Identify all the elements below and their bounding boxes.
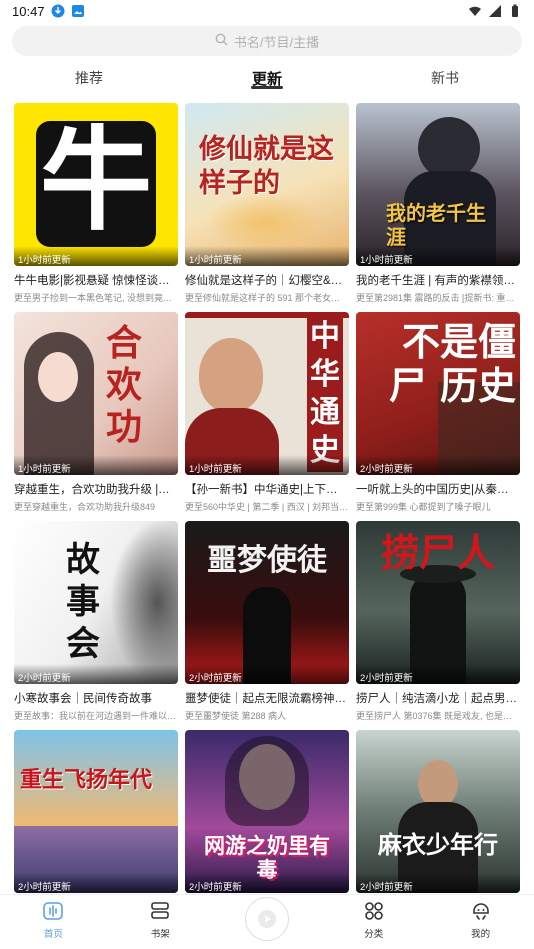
category-tabs: 推荐 更新 新书 (0, 62, 534, 92)
cover-title: 噩梦使徒 (207, 543, 327, 578)
book-title: 我的老千生涯 | 有声的紫襟领… (356, 275, 515, 287)
battery-icon (508, 4, 522, 18)
nav-label: 首页 (43, 929, 63, 940)
book-subtitle: 更至第2981集 震路的反击 [提新书: 重… (356, 293, 515, 303)
wifi-icon (468, 4, 482, 18)
book-cover[interactable]: 不是僵尸 历史 2小时前更新 (356, 312, 520, 475)
book-subtitle: 更至第999集 心都提到了嗓子眼儿 (356, 502, 491, 512)
book-cover[interactable]: 故事会 2小时前更新 (14, 521, 178, 684)
update-badge: 1小时前更新 (14, 455, 178, 475)
update-badge: 2小时前更新 (185, 664, 349, 684)
update-badge: 2小时前更新 (14, 664, 178, 684)
book-subtitle: 更至故事：我以前在河边遇到一件难以… (14, 711, 177, 721)
book-card[interactable]: 修仙就是这样子的 1小时前更新 修仙就是这样子的｜幻樱空&… 更至修仙就是这样子… (185, 103, 349, 312)
search-placeholder: 书名/节目/主播 (233, 34, 320, 50)
book-cover[interactable]: 网游之奶里有毒 2小时前更新 (185, 730, 349, 893)
tab-updates[interactable]: 更新 (178, 62, 356, 92)
cover-title: 捞尸人 (380, 530, 495, 575)
book-cover[interactable]: 麻衣少年行 2小时前更新 (356, 730, 520, 893)
book-cover[interactable]: 合欢功 1小时前更新 (14, 312, 178, 475)
cover-title: 中华通史 (307, 316, 343, 472)
cover-title: 故事会 (66, 540, 100, 664)
book-card[interactable]: 我的老千生涯 1小时前更新 我的老千生涯 | 有声的紫襟领… 更至第2981集 … (356, 103, 520, 312)
book-card[interactable]: 捞尸人 2小时前更新 捞尸人｜纯洁滴小龙｜起点男… 更至捞尸人 第0376集 既… (356, 521, 520, 730)
tab-recommend[interactable]: 推荐 (0, 62, 178, 92)
book-title: 噩梦使徒｜起点无限流霸榜神… (185, 693, 346, 705)
cover-title: 我的老千生涯 (386, 201, 486, 249)
gallery-icon (71, 4, 85, 18)
search-input[interactable]: 书名/节目/主播 (12, 26, 522, 56)
nav-profile[interactable]: 我的 (427, 902, 534, 949)
status-bar: 10:47 (0, 0, 534, 22)
profile-icon (471, 902, 491, 923)
update-badge: 2小时前更新 (356, 455, 520, 475)
update-badge: 2小时前更新 (185, 873, 349, 893)
book-card[interactable]: 合欢功 1小时前更新 穿越重生，合欢功助我升级 |… 更至穿越重生，合欢功助我升… (14, 312, 178, 521)
bookshelf-icon (150, 902, 170, 923)
book-title: 一听就上头的中国历史|从秦… (356, 484, 509, 496)
home-icon (43, 902, 64, 923)
book-subtitle: 更至560中华史 | 第二季 | 西汉 | 刘邦当… (185, 502, 349, 512)
update-badge: 1小时前更新 (185, 246, 349, 266)
update-badge: 1小时前更新 (14, 246, 178, 266)
tab-new-books[interactable]: 新书 (356, 62, 534, 92)
nav-label: 分类 (364, 929, 384, 940)
search-icon (215, 33, 228, 49)
book-title: 捞尸人｜纯洁滴小龙｜起点男… (356, 693, 517, 705)
cover-title: 修仙就是这样子的 (199, 134, 334, 199)
cover-title: 牛 (40, 116, 152, 246)
nav-label: 书架 (150, 929, 170, 940)
nav-player[interactable] (214, 895, 321, 949)
book-card[interactable]: 牛 1小时前更新 牛牛电影|影视悬疑 惊悚怪谈… 更至男子捡到一本黑色笔记, 没… (14, 103, 178, 312)
book-title: 【孙一新书】中华通史|上下… (185, 484, 338, 496)
category-icon (364, 902, 384, 923)
book-cover[interactable]: 修仙就是这样子的 1小时前更新 (185, 103, 349, 266)
book-card[interactable]: 故事会 2小时前更新 小寒故事会｜民间传奇故事 更至故事：我以前在河边遇到一件难… (14, 521, 178, 730)
book-cover[interactable]: 我的老千生涯 1小时前更新 (356, 103, 520, 266)
update-badge: 2小时前更新 (356, 873, 520, 893)
book-title: 修仙就是这样子的｜幻樱空&… (185, 275, 343, 287)
book-title: 穿越重生，合欢功助我升级 |… (14, 484, 170, 496)
signal-icon (488, 4, 502, 18)
cover-title: 麻衣少年行 (378, 830, 498, 859)
update-badge: 1小时前更新 (356, 246, 520, 266)
book-subtitle: 更至修仙就是这样子的 591 那个老女人… (185, 293, 349, 303)
book-card[interactable]: 噩梦使徒 2小时前更新 噩梦使徒｜起点无限流霸榜神… 更至噩梦使徒 第288 病… (185, 521, 349, 730)
cover-title: 合欢功 (106, 322, 143, 448)
status-time: 10:47 (12, 3, 45, 19)
book-subtitle: 更至捞尸人 第0376集 既是戏友, 也是病… (356, 711, 520, 721)
download-icon (51, 4, 65, 18)
book-cover[interactable]: 中华通史 1小时前更新 (185, 312, 349, 475)
book-subtitle: 更至噩梦使徒 第288 病人 (185, 711, 287, 721)
book-cover[interactable]: 重生飞扬年代 2小时前更新 (14, 730, 178, 893)
play-icon[interactable] (244, 897, 289, 941)
book-cover[interactable]: 捞尸人 2小时前更新 (356, 521, 520, 684)
nav-label: 我的 (471, 929, 491, 940)
book-grid: 牛 1小时前更新 牛牛电影|影视悬疑 惊悚怪谈… 更至男子捡到一本黑色笔记, 没… (14, 103, 520, 939)
cover-title: 不是僵尸 历史 (388, 319, 516, 408)
book-card[interactable]: 中华通史 1小时前更新 【孙一新书】中华通史|上下… 更至560中华史 | 第二… (185, 312, 349, 521)
nav-home[interactable]: 首页 (0, 902, 107, 949)
book-title: 小寒故事会｜民间传奇故事 (14, 693, 152, 705)
update-badge: 1小时前更新 (185, 455, 349, 475)
nav-category[interactable]: 分类 (320, 902, 427, 949)
book-title: 牛牛电影|影视悬疑 惊悚怪谈… (14, 275, 170, 287)
update-badge: 2小时前更新 (356, 664, 520, 684)
book-cover[interactable]: 噩梦使徒 2小时前更新 (185, 521, 349, 684)
bottom-nav: 首页 书架 分类 我的 (0, 894, 534, 949)
nav-bookshelf[interactable]: 书架 (107, 902, 214, 949)
book-cover[interactable]: 牛 1小时前更新 (14, 103, 178, 266)
book-subtitle: 更至男子捡到一本黑色笔记, 没想到竟… (14, 293, 173, 303)
book-card[interactable]: 不是僵尸 历史 2小时前更新 一听就上头的中国历史|从秦… 更至第999集 心都… (356, 312, 520, 521)
book-subtitle: 更至穿越重生，合欢功助我升级849 (14, 502, 156, 512)
cover-title: 重生飞扬年代 (20, 767, 153, 793)
update-badge: 2小时前更新 (14, 873, 178, 893)
